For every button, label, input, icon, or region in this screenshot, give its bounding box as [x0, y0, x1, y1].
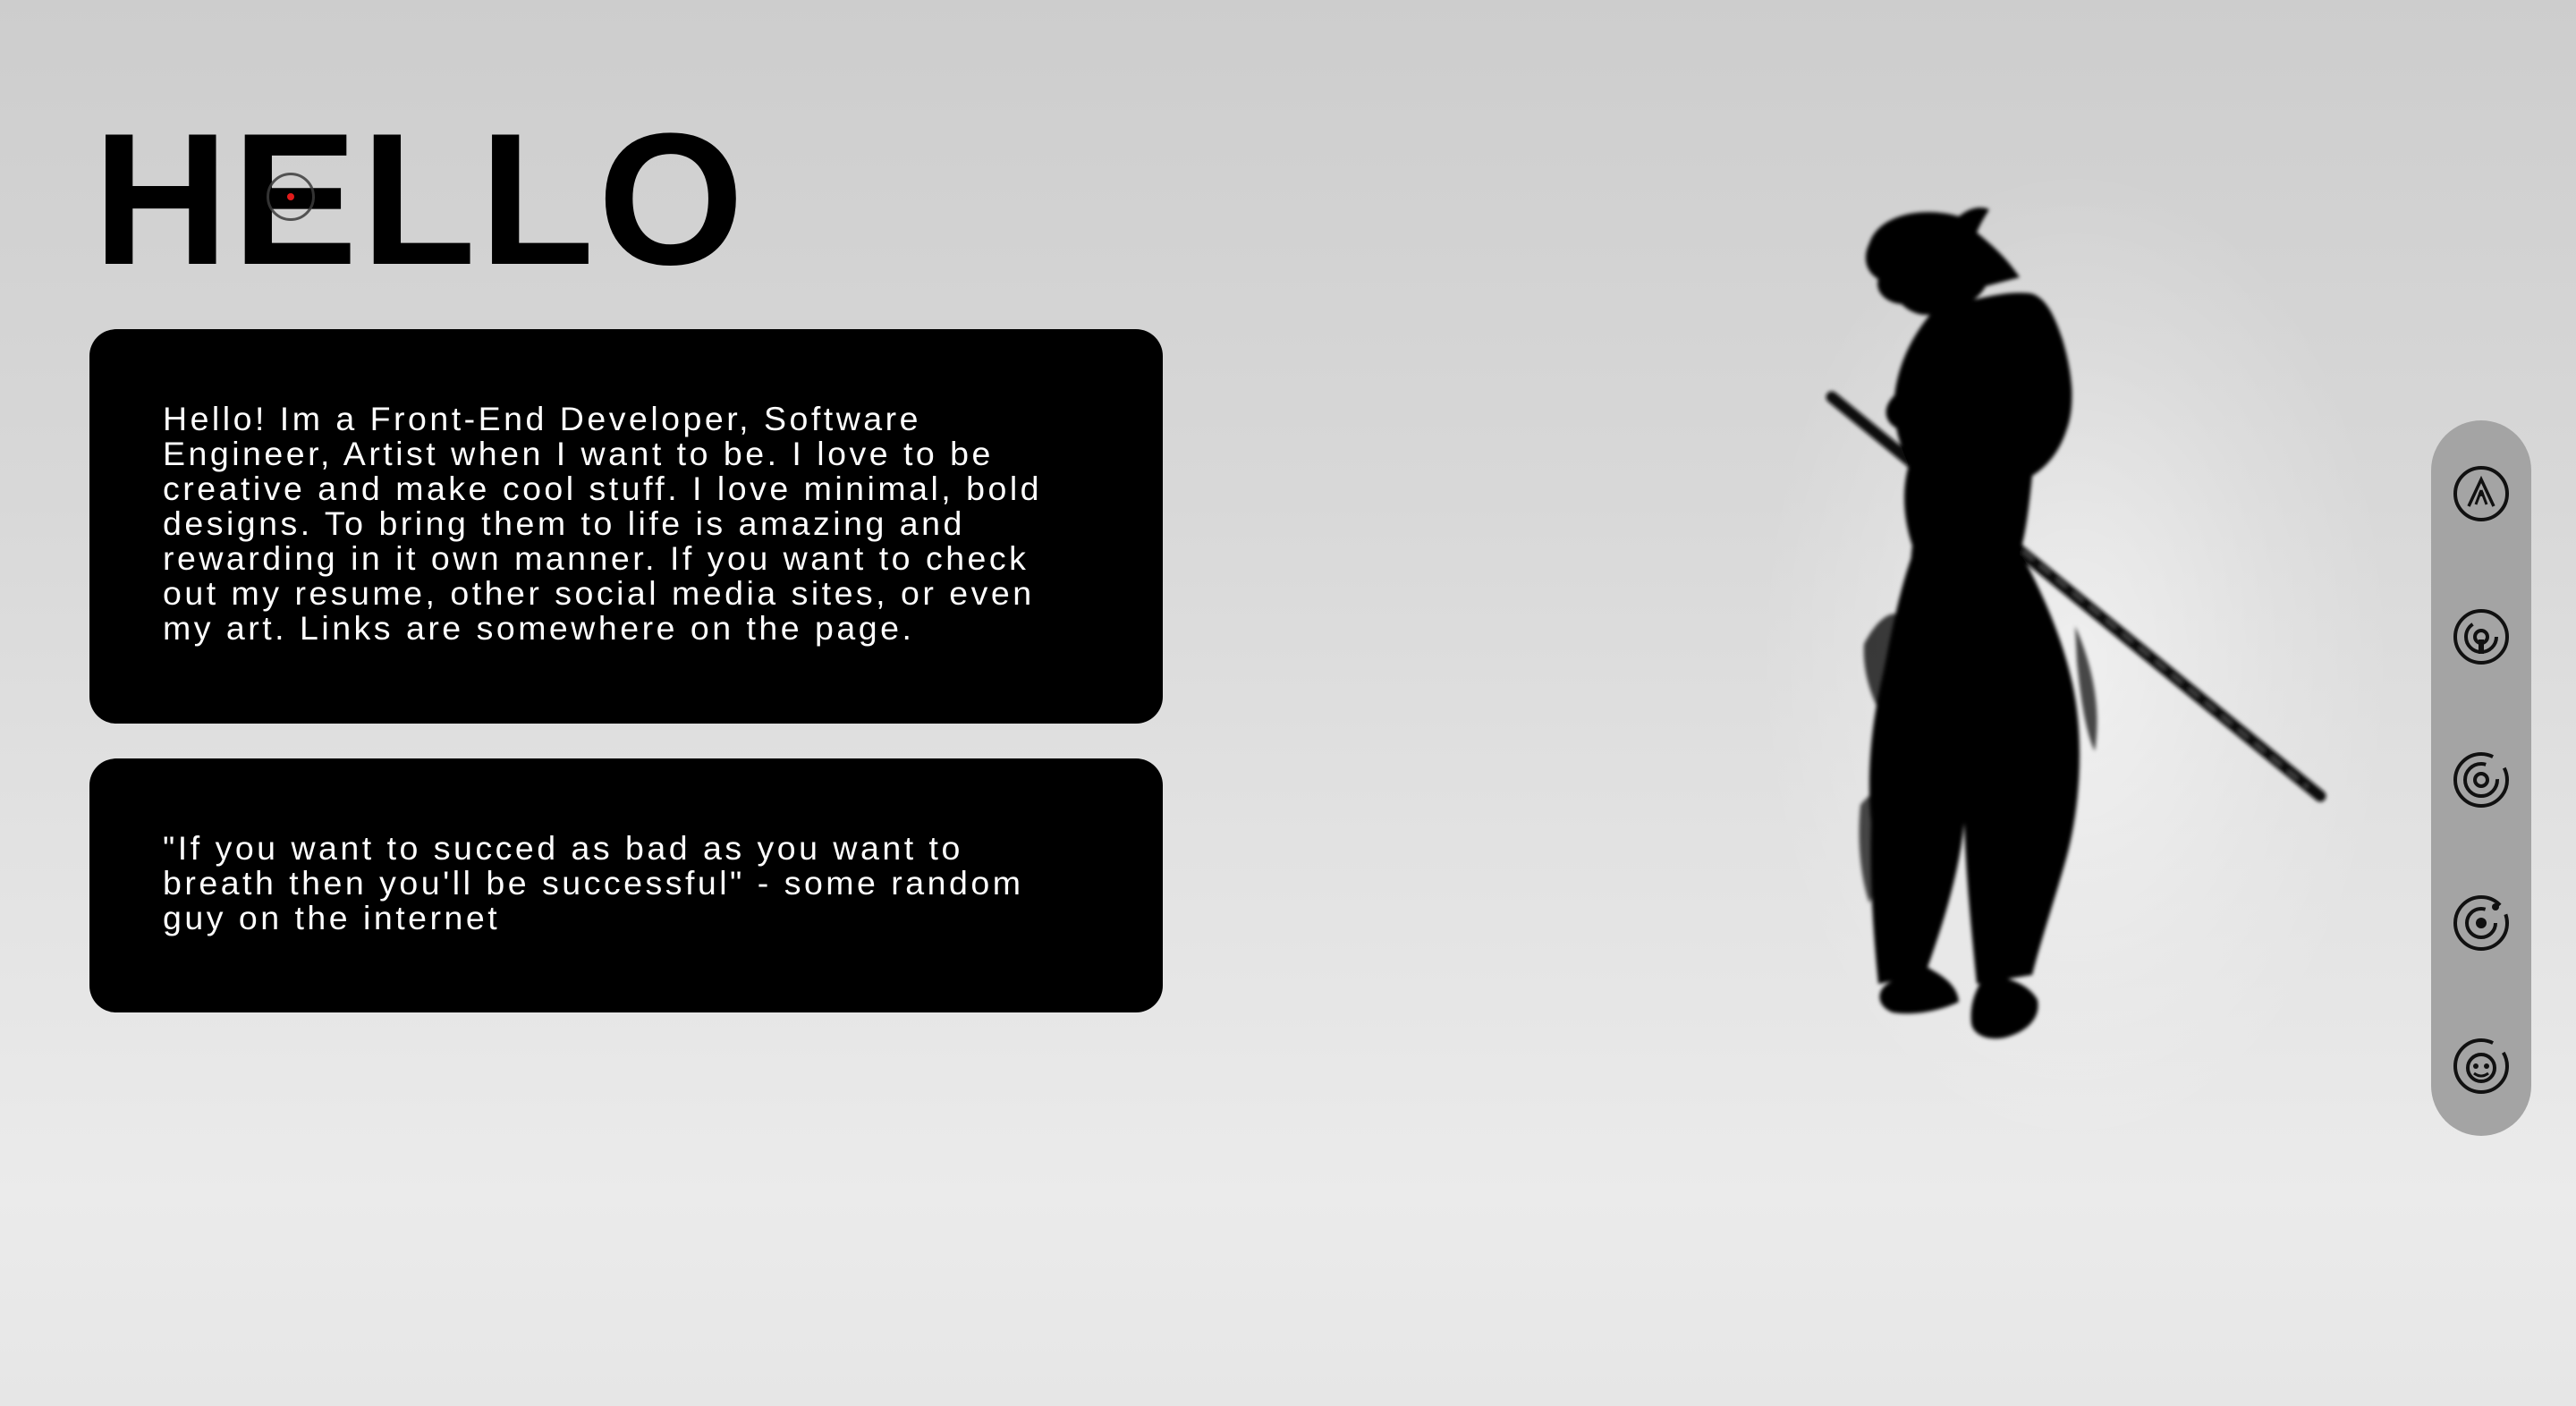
about-card: Hello! Im a Front-End Developer, Softwar… — [89, 329, 1163, 724]
social-links-rail — [2431, 420, 2531, 1136]
social-link-3-icon[interactable] — [2451, 750, 2512, 810]
social-link-2-icon[interactable] — [2451, 606, 2512, 667]
custom-cursor — [267, 173, 315, 221]
about-text: Hello! Im a Front-End Developer, Softwar… — [163, 400, 1043, 647]
social-link-4-icon[interactable] — [2451, 893, 2512, 953]
hero-title: HELLO — [93, 94, 748, 304]
quote-text: "If you want to succed as bad as you wan… — [163, 829, 1024, 936]
cursor-dot — [287, 193, 294, 200]
social-link-5-icon[interactable] — [2451, 1036, 2512, 1097]
quote-card: "If you want to succed as bad as you wan… — [89, 758, 1163, 1012]
samurai-silhouette — [1826, 208, 2326, 1039]
social-link-1-icon[interactable] — [2451, 463, 2512, 524]
